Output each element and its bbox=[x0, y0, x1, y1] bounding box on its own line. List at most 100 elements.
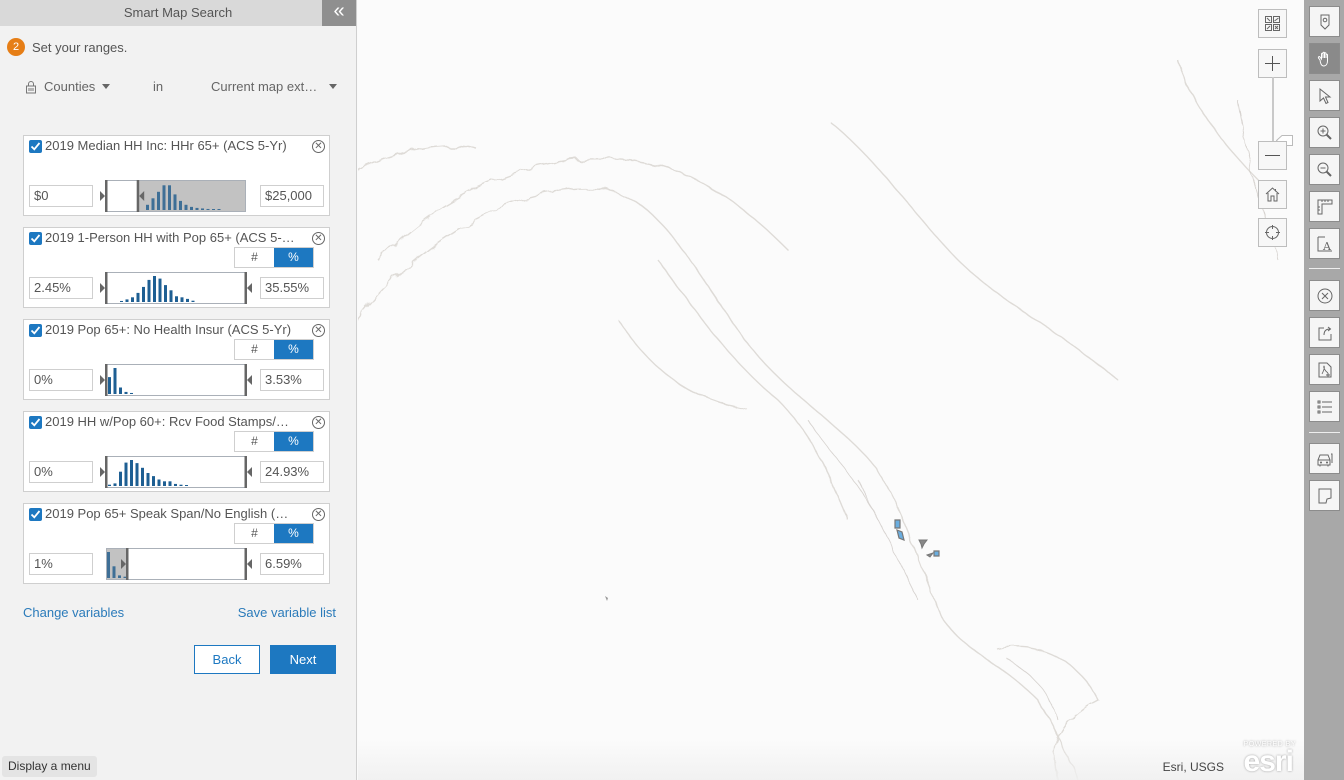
range-min-input[interactable]: 0% bbox=[29, 369, 93, 391]
measure-tool-button[interactable] bbox=[1309, 191, 1340, 222]
county-polygon[interactable] bbox=[933, 550, 940, 557]
pin-tool-button[interactable] bbox=[1309, 6, 1340, 37]
range-min-handle[interactable] bbox=[100, 180, 108, 212]
zoom-in-button[interactable] bbox=[1258, 49, 1287, 78]
collapse-panel-button[interactable]: « bbox=[322, 0, 356, 26]
zoom-out-magnifier-icon bbox=[1317, 162, 1332, 177]
toggle-percent-button[interactable]: % bbox=[274, 524, 313, 543]
zoom-out-button[interactable] bbox=[1258, 141, 1287, 170]
remove-variable-button[interactable]: ✕ bbox=[312, 140, 325, 153]
range-max-handle-bar[interactable] bbox=[244, 548, 248, 580]
toggle-count-button[interactable]: # bbox=[235, 432, 274, 451]
pdf-tool-button[interactable] bbox=[1309, 354, 1340, 385]
variable-checkbox[interactable] bbox=[29, 324, 42, 337]
share-tool-button[interactable] bbox=[1309, 317, 1340, 348]
range-min-handle-bar[interactable] bbox=[105, 180, 108, 212]
county-polygon[interactable] bbox=[896, 529, 905, 541]
range-max-handle[interactable] bbox=[244, 456, 253, 488]
clear-tool-button[interactable] bbox=[1309, 280, 1340, 311]
toggle-percent-button[interactable]: % bbox=[274, 248, 313, 267]
range-min-input[interactable]: 0% bbox=[29, 461, 93, 483]
range-min-handle-arrow[interactable] bbox=[100, 375, 105, 385]
range-max-handle-arrow[interactable] bbox=[247, 375, 252, 385]
remove-variable-button[interactable]: ✕ bbox=[312, 324, 325, 337]
variable-checkbox[interactable] bbox=[29, 140, 42, 153]
next-button[interactable]: Next bbox=[270, 645, 336, 674]
range-min-handle-arrow[interactable] bbox=[100, 467, 105, 477]
range-min-handle[interactable] bbox=[100, 456, 108, 488]
range-max-input[interactable]: 3.53% bbox=[260, 369, 324, 391]
range-min-input[interactable]: $0 bbox=[29, 185, 93, 207]
histogram-slider[interactable] bbox=[100, 180, 252, 212]
legend-tool-button[interactable] bbox=[1309, 391, 1340, 422]
histogram-slider[interactable] bbox=[100, 272, 252, 304]
notes-tool-button[interactable] bbox=[1309, 480, 1340, 511]
toggle-percent-button[interactable]: % bbox=[274, 340, 313, 359]
range-min-handle-bar[interactable] bbox=[105, 272, 108, 304]
histogram-bar bbox=[108, 484, 111, 486]
range-max-handle-bar[interactable] bbox=[244, 456, 248, 488]
range-min-handle-arrow[interactable] bbox=[100, 191, 105, 201]
save-variable-list-link[interactable]: Save variable list bbox=[238, 605, 336, 620]
county-polygon[interactable] bbox=[918, 539, 928, 550]
step-badge: 2 bbox=[7, 38, 25, 56]
variable-checkbox[interactable] bbox=[29, 508, 42, 521]
range-max-handle-arrow[interactable] bbox=[247, 283, 252, 293]
range-min-handle[interactable] bbox=[100, 272, 108, 304]
range-min-handle-bar[interactable] bbox=[105, 364, 108, 396]
back-button[interactable]: Back bbox=[194, 645, 260, 674]
zoom-in-tool-button[interactable] bbox=[1309, 117, 1340, 148]
selected-counties[interactable] bbox=[605, 519, 940, 601]
remove-variable-button[interactable]: ✕ bbox=[312, 416, 325, 429]
drive-time-tool-button[interactable] bbox=[1309, 443, 1340, 474]
locate-button[interactable] bbox=[1258, 218, 1287, 247]
toggle-percent-button[interactable]: % bbox=[274, 432, 313, 451]
check-icon bbox=[30, 326, 41, 335]
range-min-input[interactable]: 1% bbox=[29, 553, 93, 575]
home-button[interactable] bbox=[1258, 180, 1287, 209]
range-max-handle-bar[interactable] bbox=[136, 180, 140, 212]
range-max-handle-arrow[interactable] bbox=[247, 467, 252, 477]
geography-level-dropdown[interactable]: Counties bbox=[44, 79, 111, 94]
range-max-handle[interactable] bbox=[244, 272, 253, 304]
histogram-slider[interactable] bbox=[100, 456, 252, 488]
extent-dropdown[interactable]: Current map ext… bbox=[211, 79, 338, 94]
range-max-handle[interactable] bbox=[244, 548, 253, 580]
range-max-input[interactable]: 24.93% bbox=[260, 461, 324, 483]
display-menu-tooltip[interactable]: Display a menu bbox=[2, 756, 97, 777]
county-polygon[interactable] bbox=[925, 552, 935, 558]
range-min-handle[interactable] bbox=[100, 364, 108, 396]
range-min-handle-arrow[interactable] bbox=[100, 283, 105, 293]
variable-checkbox[interactable] bbox=[29, 232, 42, 245]
zoom-out-tool-button[interactable] bbox=[1309, 154, 1340, 185]
toggle-count-button[interactable]: # bbox=[235, 524, 274, 543]
variable-checkbox[interactable] bbox=[29, 416, 42, 429]
toggle-count-button[interactable]: # bbox=[235, 340, 274, 359]
range-max-input[interactable]: 6.59% bbox=[260, 553, 324, 575]
range-max-handle-arrow[interactable] bbox=[247, 559, 252, 569]
remove-variable-button[interactable]: ✕ bbox=[312, 232, 325, 245]
range-min-input[interactable]: 2.45% bbox=[29, 277, 93, 299]
range-max-input[interactable]: $25,000 bbox=[260, 185, 324, 207]
range-max-handle[interactable] bbox=[244, 364, 253, 396]
remove-variable-button[interactable]: ✕ bbox=[312, 508, 325, 521]
histogram-slider[interactable] bbox=[100, 364, 252, 396]
zoom-slider-track[interactable] bbox=[1272, 77, 1274, 141]
histogram-slider[interactable] bbox=[100, 548, 252, 580]
range-max-handle-bar[interactable] bbox=[244, 272, 248, 304]
note-icon bbox=[1318, 488, 1331, 503]
select-tool-button[interactable] bbox=[1309, 80, 1340, 111]
range-max-input[interactable]: 35.55% bbox=[260, 277, 324, 299]
map-view[interactable]: Esri, USGS POWERED BY esri bbox=[358, 0, 1304, 780]
range-min-handle-bar[interactable] bbox=[126, 548, 129, 580]
range-max-handle-bar[interactable] bbox=[244, 364, 248, 396]
county-polygon[interactable] bbox=[894, 519, 901, 529]
annotate-tool-button[interactable]: A bbox=[1309, 228, 1340, 259]
range-min-handle-bar[interactable] bbox=[105, 456, 108, 488]
cursor-arrow-icon bbox=[1319, 87, 1331, 104]
toggle-count-button[interactable]: # bbox=[235, 248, 274, 267]
variable-card: 2019 Median HH Inc: HHr 65+ (ACS 5-Yr) ✕… bbox=[23, 135, 330, 216]
pan-tool-button[interactable] bbox=[1309, 43, 1340, 74]
basemap-gallery-button[interactable] bbox=[1258, 9, 1287, 38]
change-variables-link[interactable]: Change variables bbox=[23, 605, 124, 620]
